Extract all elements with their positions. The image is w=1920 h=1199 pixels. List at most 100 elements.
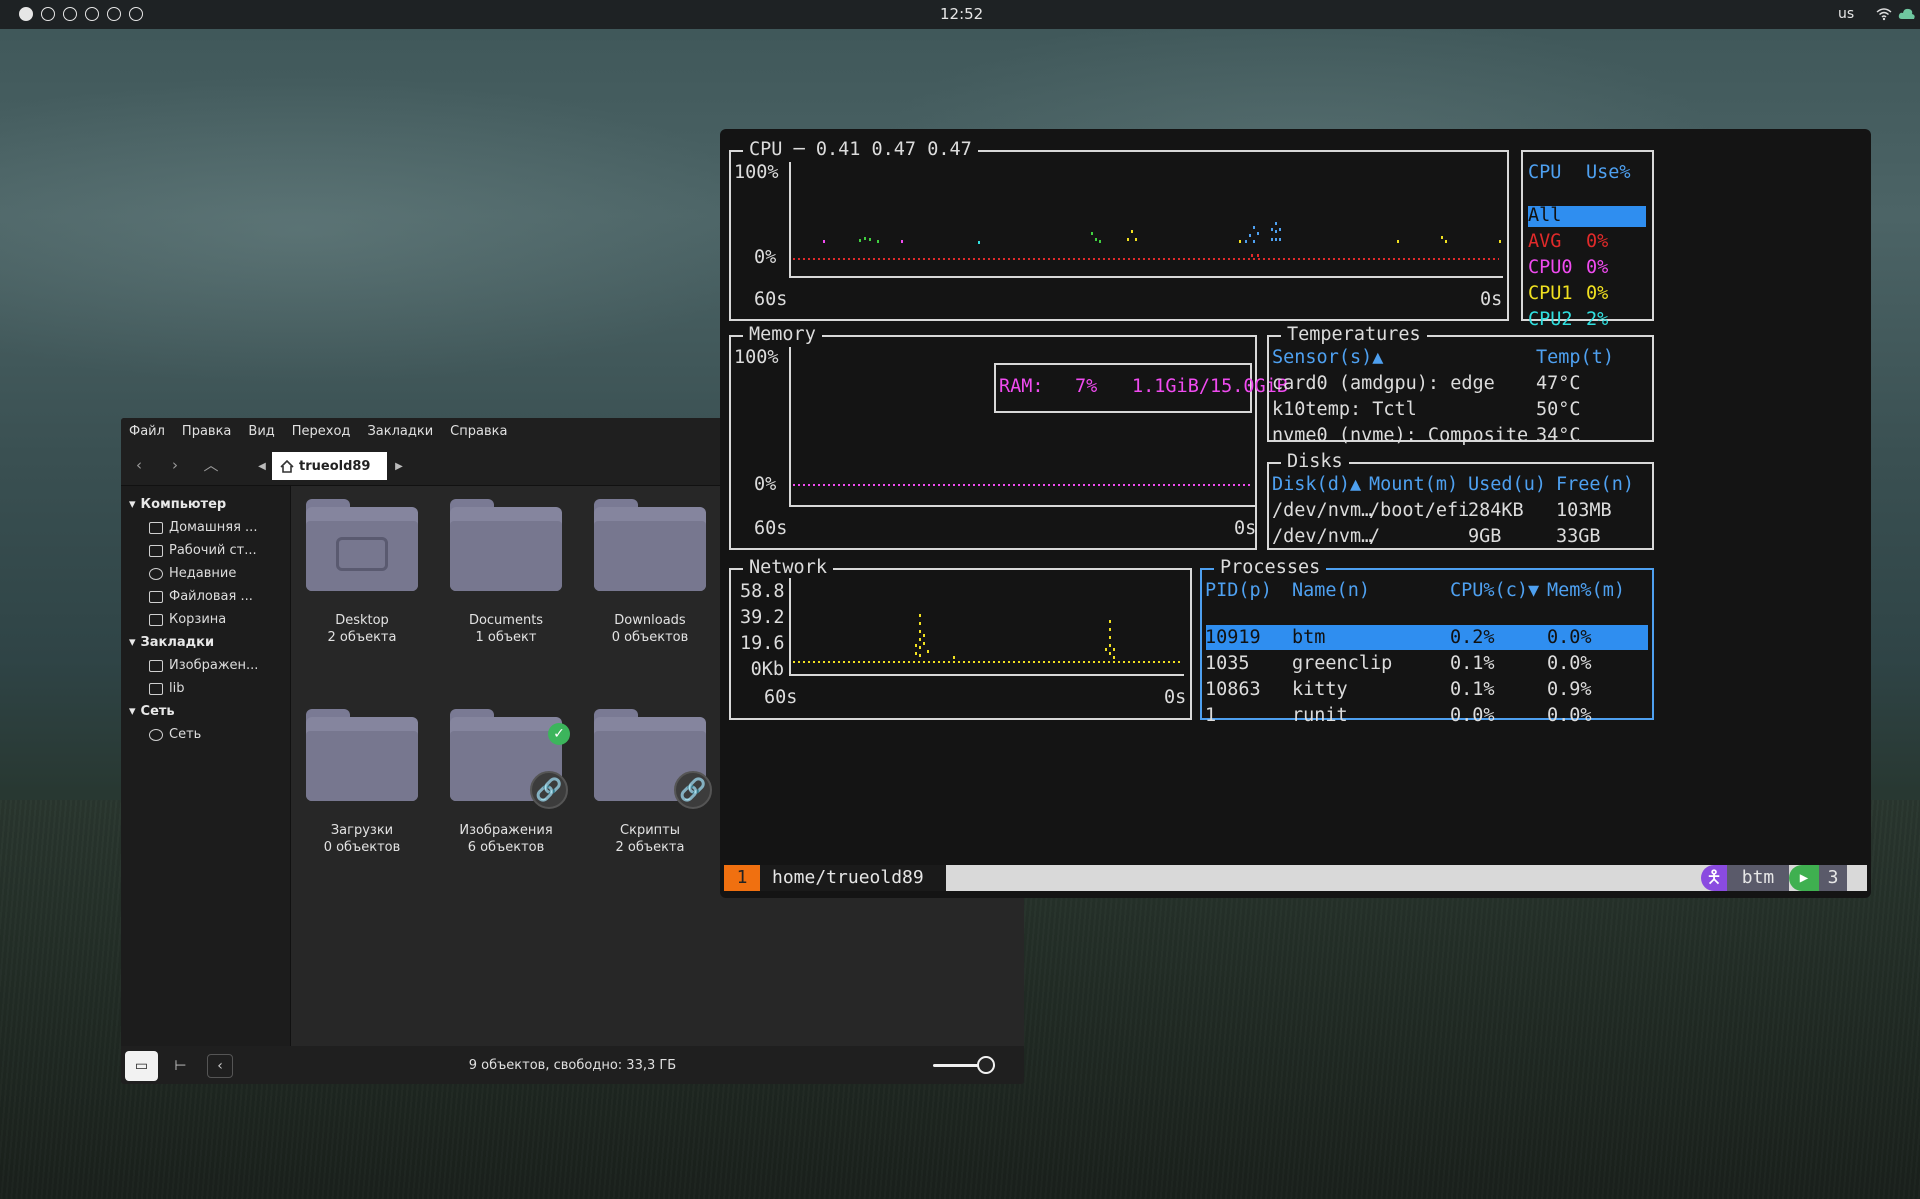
process-header[interactable]: CPU%(c)▼ bbox=[1450, 579, 1539, 603]
sidebar-item[interactable]: Недавние bbox=[121, 562, 290, 585]
file-name: Desktop bbox=[335, 613, 389, 628]
legend-cpu-name[interactable]: AVG bbox=[1528, 230, 1561, 254]
menu-item[interactable]: Переход bbox=[292, 424, 351, 439]
sidebar-item[interactable]: Домашняя ... bbox=[121, 516, 290, 539]
process-cell[interactable]: 0.1% bbox=[1450, 652, 1495, 676]
net-tick: 39.2 bbox=[740, 607, 785, 628]
workspace-dot-6[interactable] bbox=[129, 7, 143, 21]
workspace-dot-1[interactable] bbox=[19, 7, 33, 21]
legend-cpu-value: 0% bbox=[1586, 257, 1609, 278]
workspace-dot-3[interactable] bbox=[63, 7, 77, 21]
processes-panel[interactable]: Processes PID(p) Name(n) CPU%(c)▼ Mem%(m) 10… bbox=[1200, 556, 1654, 726]
forward-icon[interactable]: › bbox=[157, 456, 193, 474]
process-cell[interactable]: 0.0% bbox=[1547, 652, 1592, 676]
wifi-icon[interactable] bbox=[1876, 7, 1892, 21]
process-cell[interactable]: 10919 bbox=[1205, 626, 1261, 650]
expand-icon: ▾ bbox=[129, 635, 136, 650]
process-header[interactable]: Name(n) bbox=[1292, 579, 1370, 603]
sidebar-heading: Закладки bbox=[140, 635, 215, 650]
cloud-icon[interactable] bbox=[1898, 7, 1916, 21]
sidebar-item[interactable]: Корзина bbox=[121, 608, 290, 631]
disk-header[interactable]: Disk(d)▲ bbox=[1272, 473, 1361, 497]
workspace-dot-2[interactable] bbox=[41, 7, 55, 21]
temperatures-panel[interactable]: Temperatures Sensor(s)▲ Temp(t) card0 (a… bbox=[1267, 323, 1654, 446]
file-item[interactable]: Загрузки 0 объектов bbox=[292, 709, 432, 855]
workspace-dot-4[interactable] bbox=[85, 7, 99, 21]
process-cell[interactable]: 0.9% bbox=[1547, 678, 1592, 702]
menu-item[interactable]: Правка bbox=[182, 424, 231, 439]
process-cell[interactable]: 0.0% bbox=[1547, 626, 1592, 650]
menu-item[interactable]: Справка bbox=[450, 424, 507, 439]
sidebar-item[interactable]: Сеть bbox=[121, 723, 290, 746]
mem-xright: 0s bbox=[1234, 518, 1257, 539]
disk-header[interactable]: Used(u) bbox=[1468, 473, 1546, 497]
legend-cpu-name[interactable]: CPU1 bbox=[1528, 282, 1573, 306]
file-item[interactable]: Downloads 0 объектов bbox=[580, 499, 720, 645]
sidebar-item[interactable]: lib bbox=[121, 677, 290, 700]
process-cell[interactable]: 0.0% bbox=[1547, 704, 1592, 728]
folder-icon bbox=[306, 709, 418, 801]
sidebar-item[interactable]: Рабочий ст... bbox=[121, 539, 290, 562]
process-cell[interactable]: 10863 bbox=[1205, 678, 1261, 702]
disks-panel[interactable]: Disks Disk(d)▲ Mount(m) Used(u) Free(n) /dev… bbox=[1267, 450, 1654, 550]
breadcrumb-left-arrow[interactable]: ◀ bbox=[252, 452, 272, 480]
process-cell[interactable]: 0.1% bbox=[1450, 678, 1495, 702]
sidebar-section-computer[interactable]: ▾ Компьютер bbox=[121, 493, 290, 516]
breadcrumb-label: trueold89 bbox=[299, 458, 371, 474]
folder-icon bbox=[149, 682, 163, 695]
process-cell[interactable]: 0.0% bbox=[1450, 704, 1495, 728]
file-item[interactable]: ✓ 🔗 Изображения 6 объектов bbox=[436, 709, 576, 855]
ram-label: RAM: bbox=[999, 376, 1044, 397]
terminal-window[interactable]: CPU ─ 0.41 0.47 0.47 100% 0% 60s 0s CPU … bbox=[720, 129, 1871, 898]
cpu-panel[interactable]: CPU ─ 0.41 0.47 0.47 100% 0% 60s 0s bbox=[729, 138, 1509, 321]
legend-cpu-name[interactable]: CPU2 bbox=[1528, 308, 1573, 332]
sidebar-item[interactable]: Изображен... bbox=[121, 654, 290, 677]
net-tick: 0Kb bbox=[750, 659, 784, 680]
sidebar-section-bookmarks[interactable]: ▾ Закладки bbox=[121, 631, 290, 654]
menu-item[interactable]: Файл bbox=[129, 424, 165, 439]
back-icon[interactable]: ‹ bbox=[121, 456, 157, 474]
legend-cpu-name[interactable]: All bbox=[1528, 204, 1561, 228]
process-cell[interactable]: btm bbox=[1292, 626, 1325, 650]
process-cell[interactable]: kitty bbox=[1292, 678, 1348, 702]
memory-panel[interactable]: Memory 100% 0% 60s 0s RAM: 7% 1.1GiB/15.… bbox=[729, 323, 1288, 550]
net-xleft: 60s bbox=[764, 687, 798, 708]
file-name: Скрипты bbox=[620, 823, 680, 838]
sidebar-section-network[interactable]: ▾ Сеть bbox=[121, 700, 290, 723]
workspace-dot-5[interactable] bbox=[107, 7, 121, 21]
file-count: 0 объектов bbox=[611, 630, 689, 645]
disk-header[interactable]: Free(n) bbox=[1556, 473, 1634, 497]
file-item[interactable]: Desktop 2 объекта bbox=[292, 499, 432, 645]
desktop-icon bbox=[149, 544, 163, 557]
disk-header[interactable]: Mount(m) bbox=[1369, 473, 1458, 497]
process-header[interactable]: Mem%(m) bbox=[1547, 579, 1625, 603]
workspace-indicators[interactable] bbox=[19, 7, 143, 21]
process-cell[interactable]: greenclip bbox=[1292, 652, 1392, 676]
file-item[interactable]: 🔗 Скрипты 2 объекта bbox=[580, 709, 720, 855]
process-cell[interactable]: 1 bbox=[1205, 704, 1216, 728]
network-panel[interactable]: Network 58.8 39.2 19.6 0Kb 60s 0s bbox=[729, 556, 1192, 720]
link-icon: 🔗 bbox=[674, 771, 712, 809]
cpu-legend[interactable]: CPU Use% All AVG 0% CPU0 0% CPU1 0% CPU2 2% bbox=[1521, 150, 1654, 330]
file-item[interactable]: Documents 1 объект bbox=[436, 499, 576, 645]
breadcrumb[interactable]: trueold89 bbox=[272, 452, 387, 480]
mem-xleft: 60s bbox=[754, 518, 788, 539]
legend-cpu-name[interactable]: CPU0 bbox=[1528, 256, 1573, 280]
process-header[interactable]: PID(p) bbox=[1205, 579, 1272, 603]
up-icon[interactable]: ︿ bbox=[193, 454, 229, 475]
process-cell[interactable]: 1035 bbox=[1205, 652, 1250, 676]
trash-icon bbox=[149, 613, 163, 626]
menu-item[interactable]: Закладки bbox=[367, 424, 433, 439]
clock[interactable]: 12:52 bbox=[940, 5, 983, 23]
process-cell[interactable]: runit bbox=[1292, 704, 1348, 728]
window-number[interactable]: 1 bbox=[724, 865, 760, 891]
zoom-slider-handle[interactable] bbox=[976, 1056, 995, 1074]
menu-item[interactable]: Вид bbox=[248, 424, 274, 439]
breadcrumb-right-arrow[interactable]: ▶ bbox=[389, 452, 409, 480]
file-name: Documents bbox=[468, 613, 544, 628]
status-text: 9 объектов, свободно: 33,3 ГБ bbox=[468, 1057, 677, 1073]
network-icon bbox=[149, 728, 163, 741]
keyboard-layout[interactable]: us bbox=[1838, 6, 1854, 22]
sidebar-item[interactable]: Файловая ... bbox=[121, 585, 290, 608]
process-cell[interactable]: 0.2% bbox=[1450, 626, 1495, 650]
